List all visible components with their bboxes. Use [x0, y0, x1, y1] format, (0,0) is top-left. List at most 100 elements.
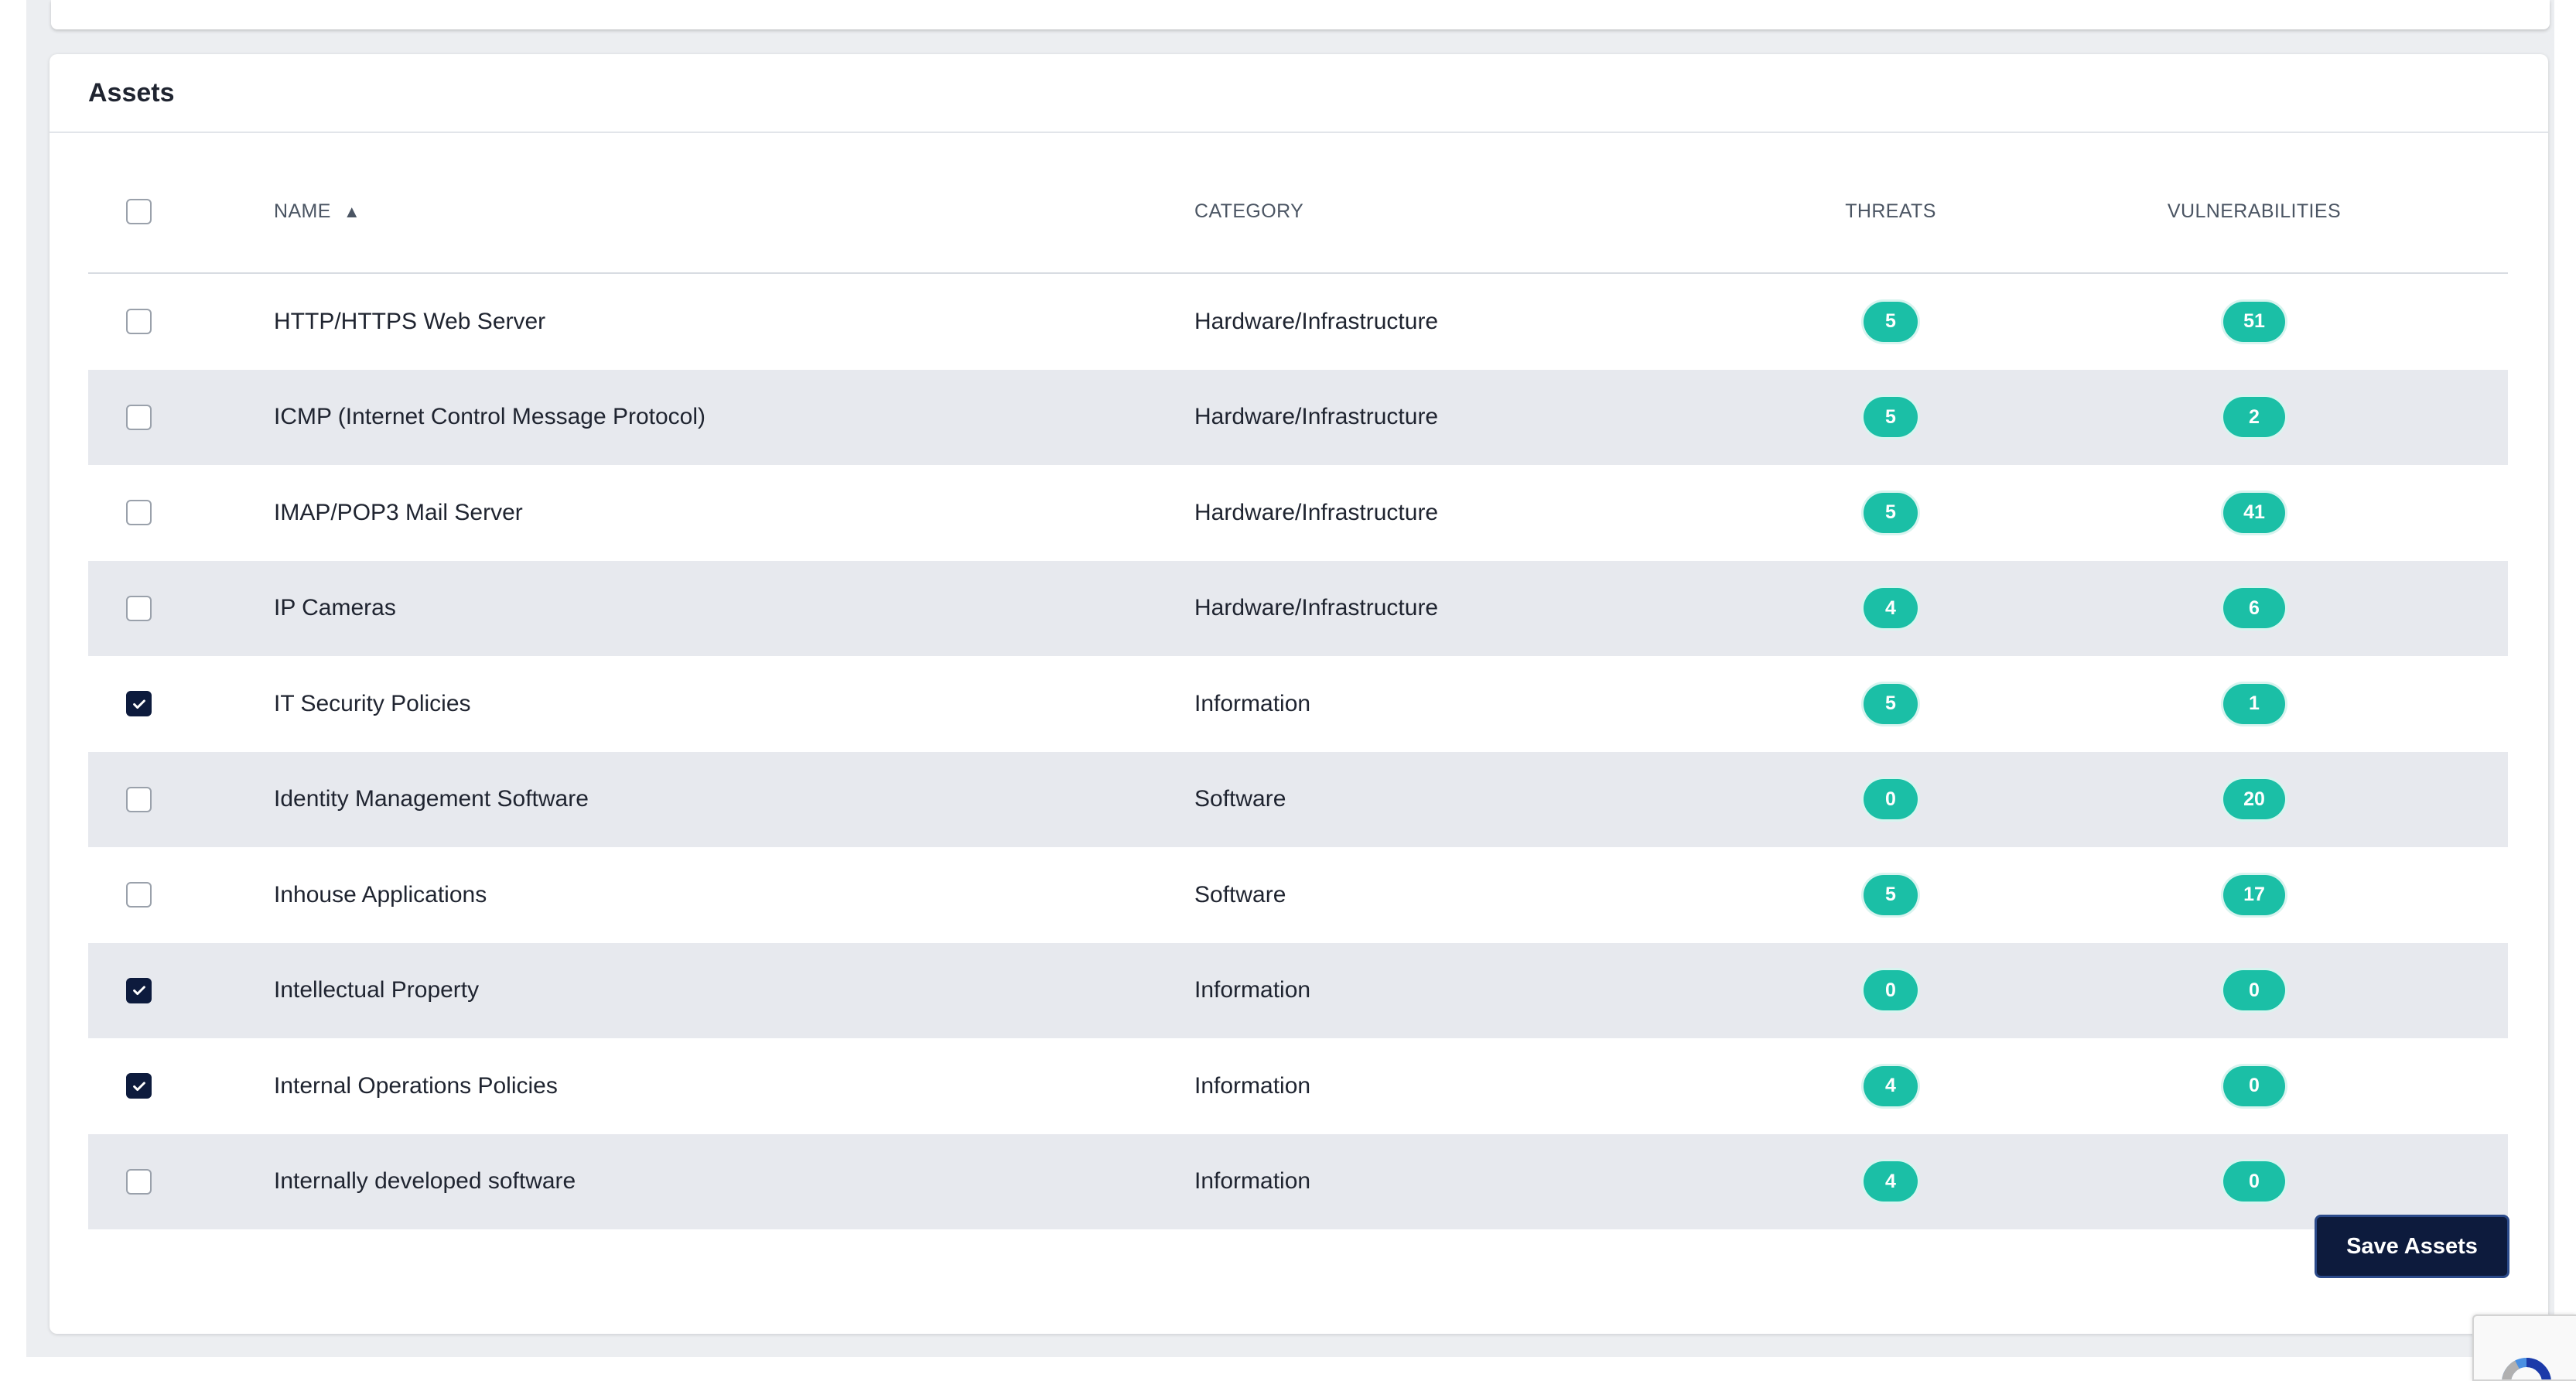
threats-cell: 5	[1736, 874, 2045, 915]
row-checkbox-cell	[88, 786, 274, 812]
asset-category: Hardware/Infrastructure	[1194, 308, 1439, 334]
asset-category: Information	[1194, 1072, 1311, 1099]
page-background: Assets NAME ▲ CATEGORY THREATS VULNERABIL…	[26, 0, 2554, 1357]
row-checkbox-cell	[88, 977, 274, 1003]
asset-category: Information	[1194, 690, 1311, 716]
threats-cell: 0	[1736, 779, 2045, 820]
table-row[interactable]: Internally developed software Information…	[88, 1133, 2508, 1229]
vulnerabilities-count-badge: 2	[2223, 397, 2285, 438]
column-header-name-label: NAME	[274, 200, 331, 222]
row-checkbox-cell	[88, 691, 274, 717]
row-checkbox-cell	[88, 1168, 274, 1195]
asset-category: Software	[1194, 786, 1286, 812]
row-checkbox[interactable]	[126, 309, 152, 335]
vulnerabilities-count-badge: 51	[2223, 301, 2285, 342]
threats-count-badge: 4	[1864, 588, 1918, 629]
column-header-category: CATEGORY	[1194, 200, 1304, 222]
vulnerabilities-count-badge: 6	[2223, 588, 2285, 629]
threats-count-badge: 5	[1864, 492, 1918, 533]
vulnerabilities-count-badge: 1	[2223, 683, 2285, 724]
asset-name: Inhouse Applications	[274, 881, 487, 908]
threats-count-badge: 4	[1864, 1065, 1918, 1106]
threats-cell: 5	[1736, 492, 2045, 533]
threats-cell: 0	[1736, 970, 2045, 1011]
column-header-name[interactable]: NAME ▲	[274, 200, 1194, 223]
vulnerabilities-cell: 20	[2045, 779, 2463, 820]
row-checkbox[interactable]	[126, 977, 152, 1003]
vulnerabilities-cell: 0	[2045, 970, 2463, 1011]
vulnerabilities-cell: 0	[2045, 1065, 2463, 1106]
save-assets-button[interactable]: Save Assets	[2315, 1215, 2509, 1278]
row-checkbox[interactable]	[126, 691, 152, 717]
asset-name: Internally developed software	[274, 1168, 576, 1195]
threats-count-badge: 0	[1864, 970, 1918, 1011]
row-checkbox[interactable]	[126, 1168, 152, 1195]
vulnerabilities-count-badge: 0	[2223, 1065, 2285, 1106]
row-checkbox[interactable]	[126, 786, 152, 812]
row-checkbox[interactable]	[126, 500, 152, 526]
vulnerabilities-cell: 41	[2045, 492, 2463, 533]
asset-category: Hardware/Infrastructure	[1194, 595, 1439, 621]
row-checkbox-cell	[88, 404, 274, 430]
sort-ascending-icon: ▲	[343, 201, 361, 221]
table-row[interactable]: Identity Management Software Software 0 20	[88, 751, 2508, 847]
asset-name: Intellectual Property	[274, 977, 480, 1003]
check-icon	[132, 699, 145, 709]
assets-table: NAME ▲ CATEGORY THREATS VULNERABILITIES H…	[88, 169, 2508, 1229]
table-row[interactable]: IT Security Policies Information 5 1	[88, 656, 2508, 752]
recaptcha-badge[interactable]	[2472, 1314, 2576, 1381]
asset-category: Information	[1194, 1168, 1311, 1195]
vulnerabilities-count-badge: 0	[2223, 1161, 2285, 1202]
recaptcha-icon	[2502, 1358, 2551, 1379]
asset-category: Hardware/Infrastructure	[1194, 404, 1439, 430]
row-checkbox[interactable]	[126, 595, 152, 621]
vulnerabilities-cell: 1	[2045, 683, 2463, 724]
threats-cell: 4	[1736, 1161, 2045, 1202]
table-row[interactable]: Inhouse Applications Software 5 17	[88, 847, 2508, 943]
column-header-threats: THREATS	[1845, 200, 1936, 222]
check-icon	[132, 1082, 145, 1091]
previous-card-edge	[51, 0, 2550, 29]
card-title: Assets	[88, 77, 175, 108]
asset-category: Information	[1194, 977, 1311, 1003]
asset-name: IP Cameras	[274, 595, 396, 621]
asset-name: ICMP (Internet Control Message Protocol)	[274, 404, 706, 430]
threats-cell: 5	[1736, 397, 2045, 438]
vulnerabilities-cell: 51	[2045, 301, 2463, 342]
vulnerabilities-cell: 17	[2045, 874, 2463, 915]
vulnerabilities-count-badge: 0	[2223, 970, 2285, 1011]
asset-name: Internal Operations Policies	[274, 1072, 558, 1099]
select-all-checkbox[interactable]	[126, 198, 152, 224]
threats-count-badge: 5	[1864, 397, 1918, 438]
column-header-vulnerabilities: VULNERABILITIES	[2167, 200, 2342, 222]
asset-name: Identity Management Software	[274, 786, 589, 812]
threats-count-badge: 5	[1864, 301, 1918, 342]
row-checkbox-cell	[88, 595, 274, 621]
asset-name: HTTP/HTTPS Web Server	[274, 308, 546, 334]
table-row[interactable]: IMAP/POP3 Mail Server Hardware/Infrastruc…	[88, 465, 2508, 561]
table-row[interactable]: Internal Operations Policies Information 4…	[88, 1038, 2508, 1134]
row-checkbox[interactable]	[126, 404, 152, 430]
row-checkbox-cell	[88, 882, 274, 908]
row-checkbox[interactable]	[126, 1073, 152, 1099]
row-checkbox-cell	[88, 500, 274, 526]
threats-cell: 5	[1736, 683, 2045, 724]
asset-name: IT Security Policies	[274, 690, 471, 716]
asset-category: Software	[1194, 881, 1286, 908]
vulnerabilities-cell: 0	[2045, 1161, 2463, 1202]
threats-cell: 4	[1736, 588, 2045, 629]
table-header: NAME ▲ CATEGORY THREATS VULNERABILITIES	[88, 150, 2508, 274]
table-row[interactable]: IP Cameras Hardware/Infrastructure 4 6	[88, 560, 2508, 656]
vulnerabilities-count-badge: 17	[2223, 874, 2285, 915]
row-checkbox[interactable]	[126, 882, 152, 908]
threats-count-badge: 5	[1864, 874, 1918, 915]
vulnerabilities-cell: 2	[2045, 397, 2463, 438]
asset-category: Hardware/Infrastructure	[1194, 499, 1439, 525]
table-row[interactable]: Intellectual Property Information 0 0	[88, 942, 2508, 1038]
threats-cell: 5	[1736, 301, 2045, 342]
table-row[interactable]: HTTP/HTTPS Web Server Hardware/Infrastruc…	[88, 274, 2508, 370]
select-all-cell	[88, 198, 274, 224]
table-row[interactable]: ICMP (Internet Control Message Protocol)…	[88, 369, 2508, 465]
row-checkbox-cell	[88, 309, 274, 335]
card-header: Assets	[50, 54, 2548, 133]
